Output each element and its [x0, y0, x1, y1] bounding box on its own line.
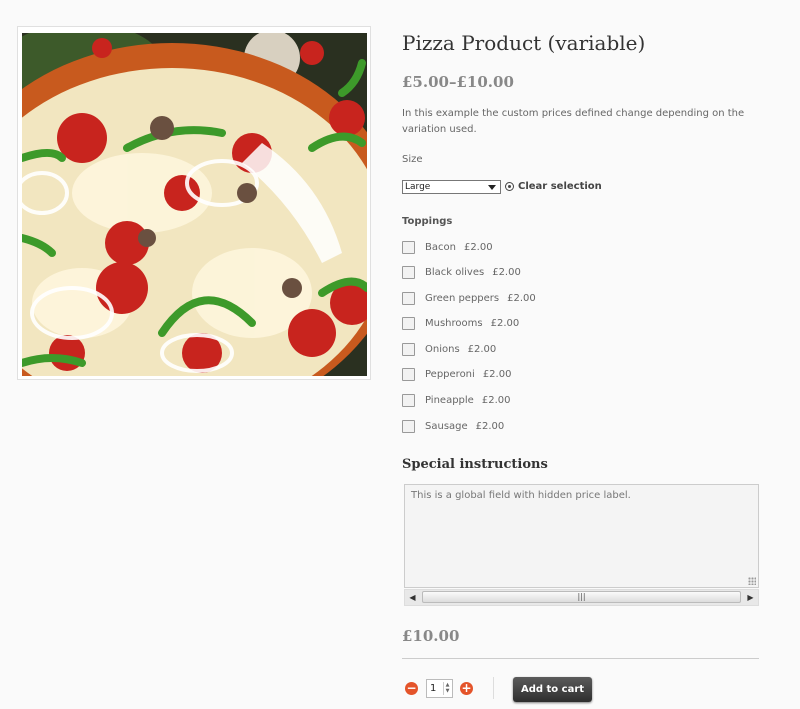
topping-checkbox[interactable] — [402, 393, 415, 407]
topping-name: Pepperoni — [425, 368, 475, 380]
clear-icon — [505, 182, 514, 191]
topping-option[interactable]: Green peppers £2.00 — [402, 291, 536, 305]
quantity-value: 1 — [430, 683, 437, 694]
topping-option[interactable]: Bacon £2.00 — [402, 240, 493, 254]
scroll-left-icon[interactable]: ◀ — [405, 590, 420, 605]
clear-selection-link[interactable]: Clear selection — [505, 181, 602, 192]
topping-option[interactable]: Sausage £2.00 — [402, 419, 504, 433]
add-to-cart-button[interactable]: Add to cart — [513, 677, 592, 702]
topping-checkbox[interactable] — [402, 316, 415, 330]
topping-price: £2.00 — [463, 241, 493, 253]
size-label: Size — [402, 154, 423, 165]
topping-price: £2.00 — [507, 292, 536, 304]
dropdown-arrow-icon — [488, 185, 496, 190]
topping-name: Bacon — [425, 241, 456, 253]
divider — [493, 677, 494, 699]
horizontal-scrollbar[interactable]: ◀ ||| ▶ — [404, 589, 759, 606]
plus-icon[interactable]: + — [460, 682, 473, 695]
topping-option[interactable]: Mushrooms £2.00 — [402, 316, 519, 330]
topping-price: £2.00 — [467, 343, 497, 355]
toppings-label: Toppings — [402, 216, 453, 227]
topping-checkbox[interactable] — [402, 265, 415, 279]
topping-name: Sausage — [425, 420, 468, 432]
topping-option[interactable]: Pepperoni £2.00 — [402, 367, 511, 381]
topping-checkbox[interactable] — [402, 419, 415, 433]
topping-checkbox[interactable] — [402, 240, 415, 254]
pizza-image — [22, 33, 367, 376]
topping-price: £2.00 — [492, 266, 521, 278]
product-title: Pizza Product (variable) — [402, 31, 646, 55]
size-select[interactable]: Large — [402, 180, 501, 194]
scroll-right-icon[interactable]: ▶ — [743, 590, 758, 605]
topping-name: Pineapple — [425, 394, 474, 406]
product-image[interactable] — [17, 26, 371, 380]
topping-name: Green peppers — [425, 292, 500, 304]
resize-grip-icon[interactable] — [748, 577, 756, 585]
quantity-input[interactable]: 1 ▲ ▼ — [426, 679, 453, 698]
topping-checkbox[interactable] — [402, 291, 415, 305]
divider — [402, 658, 759, 659]
topping-name: Onions — [425, 343, 460, 355]
scrollbar-thumb[interactable]: ||| — [422, 591, 741, 603]
clear-selection-label: Clear selection — [518, 181, 602, 192]
product-description: In this example the custom prices define… — [402, 108, 745, 135]
topping-checkbox[interactable] — [402, 367, 415, 381]
topping-price: £2.00 — [490, 317, 520, 329]
total-price: £10.00 — [402, 627, 460, 645]
size-selected-value: Large — [405, 182, 431, 192]
textarea-placeholder: This is a global field with hidden price… — [411, 490, 631, 501]
minus-icon[interactable]: − — [405, 682, 418, 695]
topping-price: £2.00 — [481, 394, 511, 406]
topping-price: £2.00 — [482, 368, 512, 380]
spinner-icon[interactable]: ▲ ▼ — [443, 682, 451, 695]
price-range: £5.00–£10.00 — [402, 73, 514, 91]
topping-checkbox[interactable] — [402, 342, 415, 356]
topping-name: Black olives — [425, 266, 485, 278]
topping-option[interactable]: Black olives £2.00 — [402, 265, 521, 279]
special-instructions-heading: Special instructions — [402, 457, 548, 472]
topping-price: £2.00 — [475, 420, 505, 432]
special-instructions-textarea[interactable]: This is a global field with hidden price… — [404, 484, 759, 588]
topping-option[interactable]: Pineapple £2.00 — [402, 393, 510, 407]
topping-option[interactable]: Onions £2.00 — [402, 342, 496, 356]
topping-name: Mushrooms — [425, 317, 483, 329]
